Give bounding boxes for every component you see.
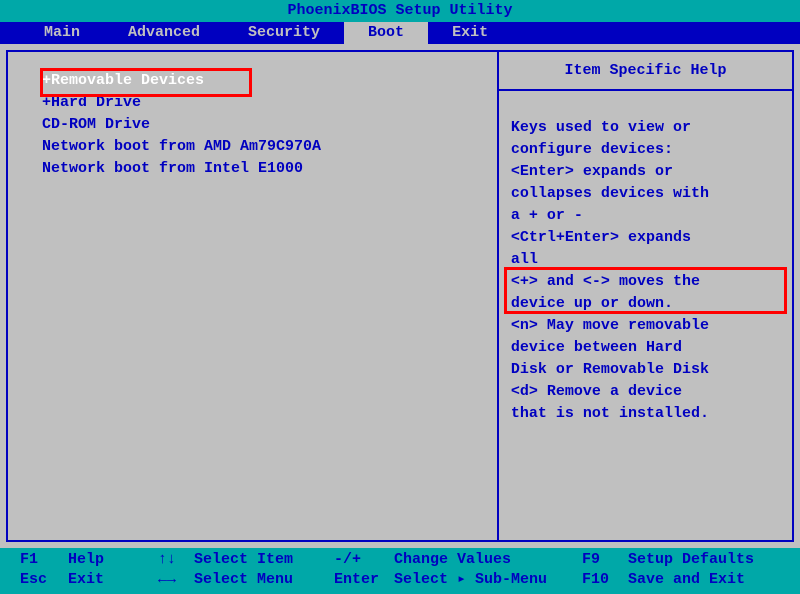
help-line: <+> and <-> moves the — [511, 271, 780, 293]
tab-main[interactable]: Main — [20, 22, 104, 44]
setup-defaults-label: Setup Defaults — [628, 550, 754, 570]
menu-bar: Main Advanced Security Boot Exit — [0, 22, 800, 44]
help-line: collapses devices with — [511, 183, 780, 205]
help-body: Keys used to view or configure devices: … — [499, 91, 792, 435]
help-line: <Ctrl+Enter> expands — [511, 227, 780, 249]
help-line: all — [511, 249, 780, 271]
main-area: +Removable Devices +Hard Drive CD-ROM Dr… — [0, 44, 800, 548]
app-title: PhoenixBIOS Setup Utility — [287, 2, 512, 19]
key-f1: F1 — [20, 550, 68, 570]
boot-item-net-intel[interactable]: Network boot from Intel E1000 — [42, 158, 487, 180]
footer-keys: F1 Help ↑↓ Select Item -/+ Change Values… — [0, 548, 800, 594]
help-line: <n> May move removable — [511, 315, 780, 337]
tab-advanced[interactable]: Advanced — [104, 22, 224, 44]
boot-item-cdrom[interactable]: CD-ROM Drive — [42, 114, 487, 136]
key-enter: Enter — [334, 570, 394, 590]
key-f1-label: Help — [68, 550, 158, 570]
help-line: <Enter> expands or — [511, 161, 780, 183]
key-f9: F9 — [582, 550, 628, 570]
help-header: Item Specific Help — [499, 52, 792, 91]
title-bar: PhoenixBIOS Setup Utility — [0, 0, 800, 22]
boot-item-net-amd[interactable]: Network boot from AMD Am79C970A — [42, 136, 487, 158]
help-line: device between Hard — [511, 337, 780, 359]
help-line: device up or down. — [511, 293, 780, 315]
tab-exit[interactable]: Exit — [428, 22, 512, 44]
footer-row-1: F1 Help ↑↓ Select Item -/+ Change Values… — [20, 550, 780, 570]
help-line: <d> Remove a device — [511, 381, 780, 403]
help-line: Disk or Removable Disk — [511, 359, 780, 381]
boot-item-removable[interactable]: +Removable Devices — [42, 70, 487, 92]
help-line: that is not installed. — [511, 403, 780, 425]
select-submenu-label: Select ▸ Sub-Menu — [394, 570, 582, 590]
select-menu-label: Select Menu — [194, 570, 334, 590]
boot-panel: +Removable Devices +Hard Drive CD-ROM Dr… — [6, 50, 498, 542]
help-panel: Item Specific Help Keys used to view or … — [498, 50, 794, 542]
change-values-label: Change Values — [394, 550, 582, 570]
help-line: a + or - — [511, 205, 780, 227]
tab-boot[interactable]: Boot — [344, 22, 428, 44]
tab-security[interactable]: Security — [224, 22, 344, 44]
help-line: Keys used to view or — [511, 117, 780, 139]
arrows-updown-icon: ↑↓ — [158, 550, 194, 570]
arrows-leftright-icon: ←→ — [158, 570, 194, 590]
select-item-label: Select Item — [194, 550, 334, 570]
key-esc: Esc — [20, 570, 68, 590]
key-esc-label: Exit — [68, 570, 158, 590]
boot-item-harddrive[interactable]: +Hard Drive — [42, 92, 487, 114]
boot-device-list: +Removable Devices +Hard Drive CD-ROM Dr… — [18, 70, 487, 180]
plusminus-key: -/+ — [334, 550, 394, 570]
footer-row-2: Esc Exit ←→ Select Menu Enter Select ▸ S… — [20, 570, 780, 590]
help-line: configure devices: — [511, 139, 780, 161]
save-exit-label: Save and Exit — [628, 570, 745, 590]
key-f10: F10 — [582, 570, 628, 590]
